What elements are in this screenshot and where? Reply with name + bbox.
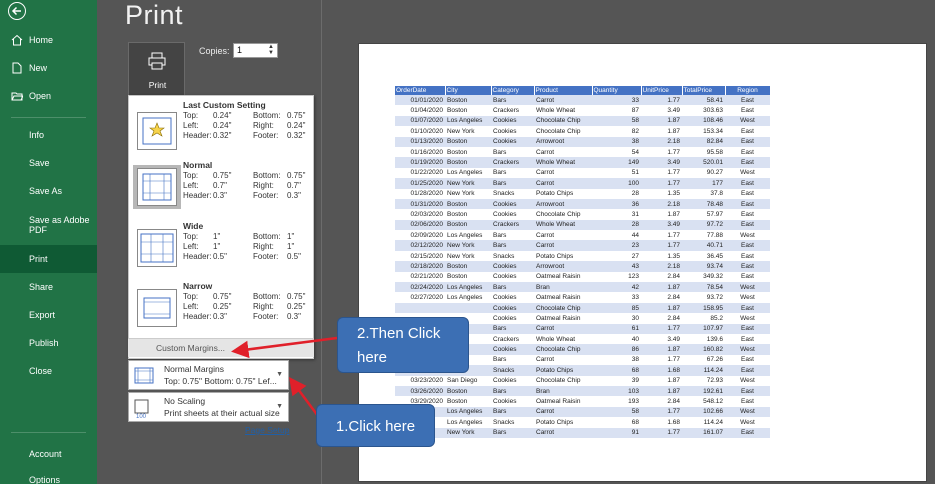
callout-then-click-line1: 2.Then Click xyxy=(357,325,441,342)
arrow-to-custom-margins xyxy=(231,336,338,359)
arrow-to-margins-dropdown xyxy=(289,376,320,417)
callout-click-here: 1.Click here xyxy=(316,404,435,447)
annotation-arrows xyxy=(231,336,338,417)
callout-then-click-line2: here xyxy=(357,349,388,366)
callout-then-click: 2.Then Click here xyxy=(337,317,469,373)
